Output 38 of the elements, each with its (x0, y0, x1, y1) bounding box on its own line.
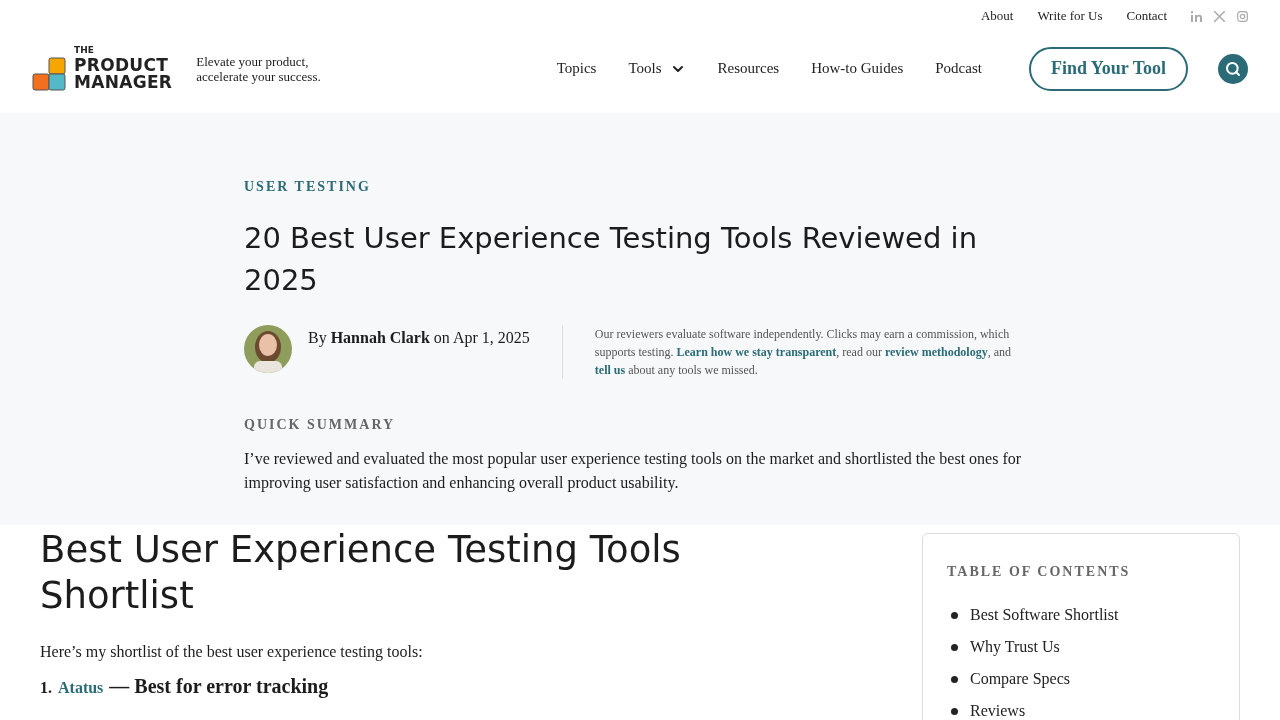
nav-link[interactable]: How-to Guides (811, 60, 904, 77)
disclosure-link[interactable]: review methodology (884, 345, 988, 359)
nav-link[interactable]: Resources (717, 60, 780, 77)
disclosure-text: Our reviewers evaluate software independently. Clicks may earn a commission, which supports testing. Learn how we stay transparent, read our review methodology, and tell us about any tools we missed. (594, 326, 1012, 379)
tool-best-for: — Best for error tracking (109, 675, 329, 698)
instagram-icon[interactable] (1237, 10, 1248, 22)
linkedin-icon[interactable] (1191, 10, 1202, 22)
tagline: Elevate your product, (196, 53, 310, 69)
nav-link[interactable]: Topics (556, 60, 597, 77)
logo-text: MANAGER (74, 74, 173, 91)
find-tool-button[interactable]: Find Your Tool (1028, 46, 1188, 91)
toc-title: TABLE OF CONTENTS (947, 564, 1132, 580)
item-number: 1. (40, 679, 52, 697)
top-link[interactable]: About (980, 8, 1014, 24)
nav-link[interactable]: Podcast (935, 60, 982, 77)
tagline: accelerate your success. (196, 68, 321, 84)
x-logo-icon[interactable] (1214, 10, 1225, 22)
toc-link[interactable]: Reviews (947, 700, 1215, 720)
byline: By Hannah Clark on Apr 1, 2025 (308, 329, 530, 347)
nav-link[interactable]: Tools (628, 60, 686, 77)
toc-link[interactable]: Best Software Shortlist (947, 604, 1215, 626)
logo-text: PRODUCT (74, 57, 170, 74)
disclosure-link[interactable]: tell us (594, 363, 626, 377)
summary-label: QUICK SUMMARY (244, 417, 397, 433)
category-label[interactable]: USER TESTING (244, 179, 1036, 195)
search-button[interactable] (1218, 53, 1248, 84)
top-link[interactable]: Write for Us (1037, 8, 1103, 24)
article-title: 20 Best User Experience Testing Tools Reviewed in 2025 (244, 220, 978, 299)
section-heading: Best User Experience Testing Tools Shortlist (40, 527, 682, 619)
summary-text: I’ve reviewed and evaluated the most popular user experience testing tools on the market and shortlisted the best ones for improving user satisfaction and enhancing overall product usability. (244, 449, 1023, 494)
logo-icon[interactable] (32, 57, 66, 91)
search-icon (1225, 60, 1241, 77)
logo-text: THE (74, 46, 95, 55)
toc-link[interactable]: Compare Specs (947, 668, 1215, 690)
top-link[interactable]: Contact (1126, 8, 1167, 24)
tool-link[interactable]: Atatus (58, 679, 104, 697)
intro-text: Here’s my shortlist of the best user experience testing tools: (40, 643, 424, 661)
toc-link[interactable]: Why Trust Us (947, 636, 1215, 658)
